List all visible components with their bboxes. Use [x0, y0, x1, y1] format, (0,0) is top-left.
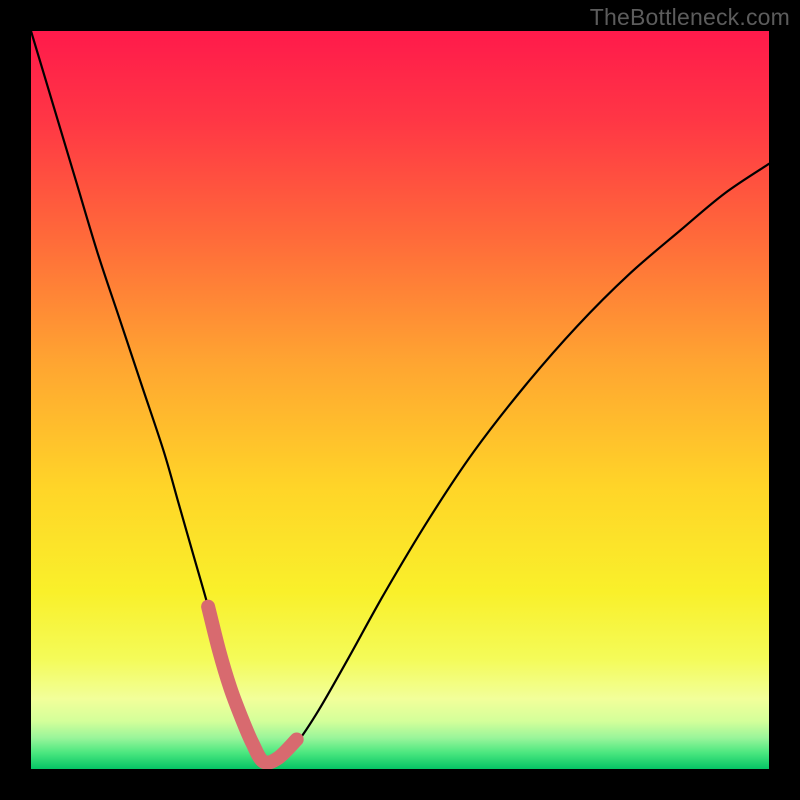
chart-svg	[0, 0, 800, 800]
gradient-bg	[31, 31, 769, 769]
chart-frame: TheBottleneck.com	[0, 0, 800, 800]
watermark-text: TheBottleneck.com	[590, 4, 790, 31]
